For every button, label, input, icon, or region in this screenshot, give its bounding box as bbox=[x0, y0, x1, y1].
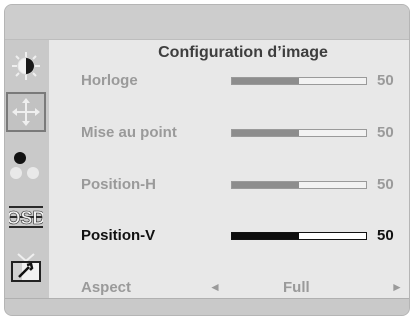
setting-row-position-v[interactable]: Position-V 50 bbox=[49, 225, 409, 249]
aspect-option: Full bbox=[283, 279, 310, 296]
osd-bottom-band bbox=[5, 298, 409, 315]
arrow-right-icon[interactable]: ► bbox=[391, 280, 403, 294]
level-bar[interactable] bbox=[231, 181, 367, 189]
level-bar[interactable] bbox=[231, 232, 367, 240]
osd-menu: OSD Configuration d’image Horloge 50 Mis… bbox=[4, 4, 410, 316]
level-fill bbox=[232, 182, 299, 188]
arrow-left-icon[interactable]: ◄ bbox=[209, 280, 221, 294]
osd-icon[interactable]: OSD bbox=[6, 197, 46, 237]
svg-text:OSD: OSD bbox=[9, 208, 43, 228]
move-arrows-icon[interactable] bbox=[6, 92, 46, 132]
level-fill bbox=[232, 233, 299, 239]
setting-label: Mise au point bbox=[81, 124, 177, 141]
setting-value: 50 bbox=[377, 227, 394, 244]
setting-label: Position-V bbox=[81, 227, 156, 244]
setting-row-focus[interactable]: Mise au point 50 bbox=[49, 122, 409, 146]
level-fill bbox=[232, 130, 299, 136]
setting-row-horloge[interactable]: Horloge 50 bbox=[49, 70, 409, 94]
setting-value: 50 bbox=[377, 124, 394, 141]
level-bar[interactable] bbox=[231, 129, 367, 137]
menu-title: Configuration d’image bbox=[158, 44, 328, 61]
setting-label: Position-H bbox=[81, 176, 156, 193]
level-bar[interactable] bbox=[231, 77, 367, 85]
level-fill bbox=[232, 78, 299, 84]
osd-sidebar: OSD bbox=[5, 40, 49, 298]
tv-wrench-icon[interactable] bbox=[6, 248, 46, 288]
settings-panel: Configuration d’image Horloge 50 Mise au… bbox=[49, 40, 409, 298]
osd-top-band bbox=[5, 5, 409, 40]
setting-value: 50 bbox=[377, 72, 394, 89]
setting-label: Aspect bbox=[81, 279, 132, 296]
setting-value: 50 bbox=[377, 176, 394, 193]
setting-row-position-h[interactable]: Position-H 50 bbox=[49, 174, 409, 198]
setting-label: Horloge bbox=[81, 72, 138, 89]
color-dots-icon[interactable] bbox=[6, 146, 46, 186]
sun-icon[interactable] bbox=[6, 46, 46, 86]
